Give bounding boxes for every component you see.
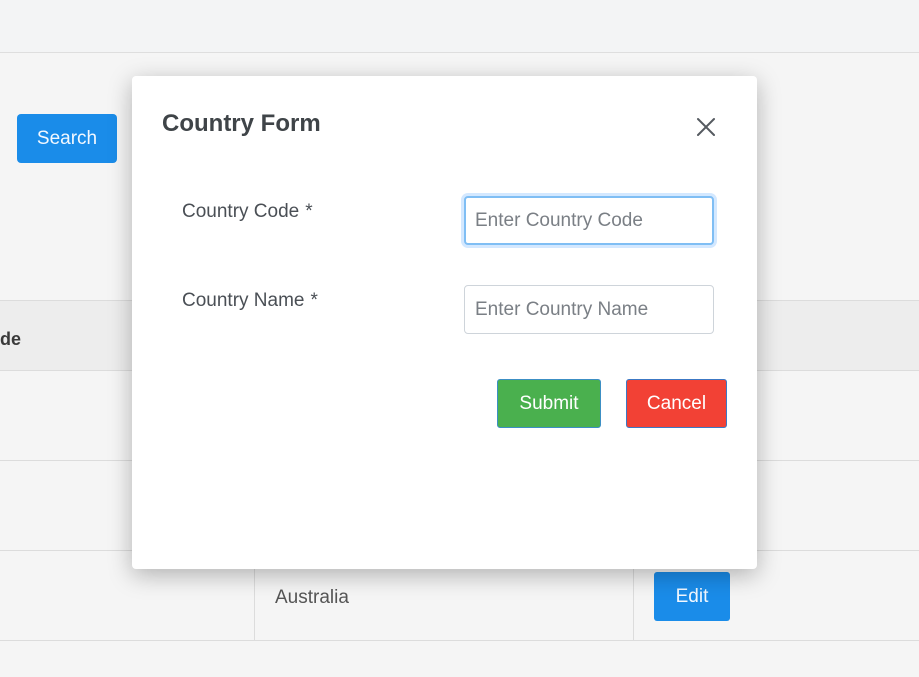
country-name-label-text: Country Name — [182, 290, 305, 311]
country-code-label: Country Code * — [182, 201, 313, 223]
required-mark: * — [305, 201, 313, 222]
country-name-label: Country Name * — [182, 290, 318, 312]
close-button[interactable] — [693, 114, 719, 140]
required-mark: * — [310, 290, 318, 311]
modal-title: Country Form — [162, 110, 321, 137]
top-navbar — [0, 0, 919, 53]
country-name-input[interactable] — [464, 285, 714, 334]
country-code-label-text: Country Code — [182, 201, 300, 222]
cancel-button[interactable]: Cancel — [626, 379, 727, 428]
edit-button[interactable]: Edit — [654, 572, 730, 621]
column-header-code: de — [0, 329, 22, 349]
country-name-cell: Australia — [275, 587, 349, 608]
search-button[interactable]: Search — [17, 114, 117, 163]
country-form-modal: Country Form Country Code* Country Name*… — [132, 76, 757, 569]
country-code-input[interactable] — [464, 196, 714, 245]
submit-button[interactable]: Submit — [497, 379, 601, 428]
close-icon — [697, 118, 715, 136]
